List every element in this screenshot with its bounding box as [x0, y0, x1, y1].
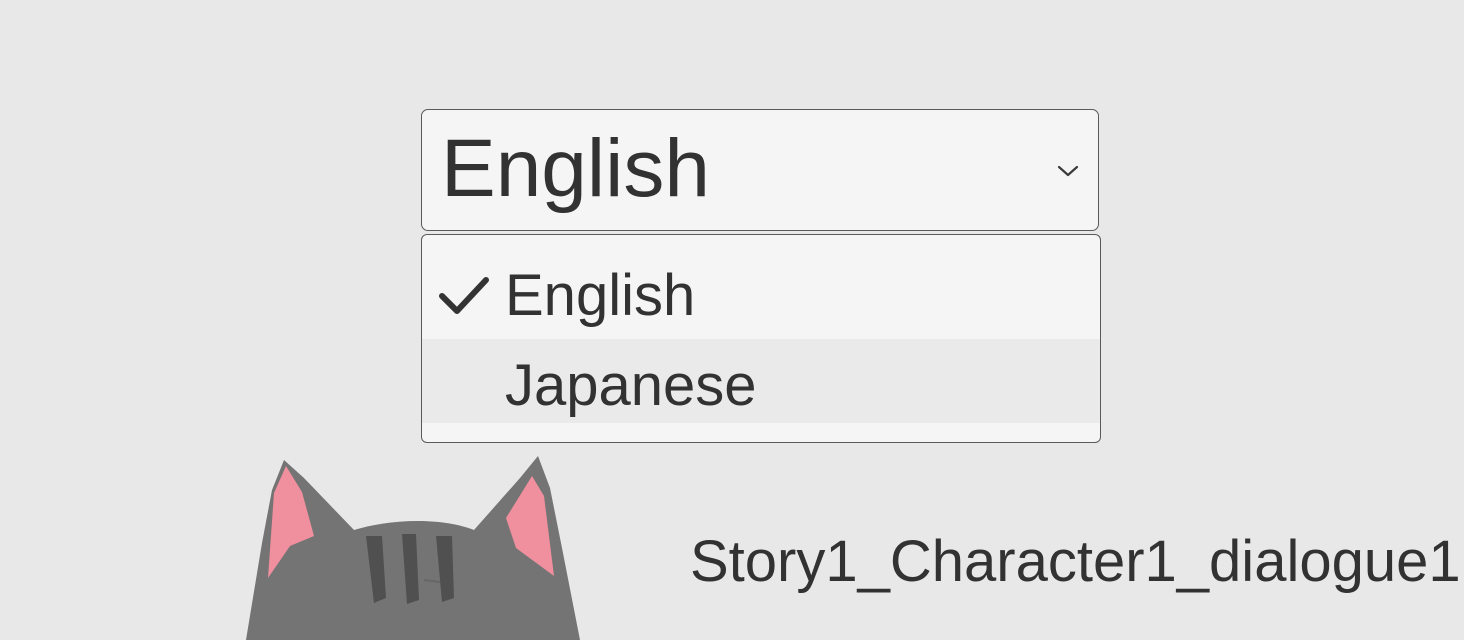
language-dropdown[interactable]: English: [421, 109, 1099, 231]
cat-character-image: [246, 456, 580, 640]
dropdown-option-label: English: [505, 263, 696, 328]
dropdown-option-list: English Japanese: [421, 234, 1101, 443]
dropdown-selected-value: English: [441, 123, 710, 214]
dropdown-option-english[interactable]: English: [422, 235, 1100, 339]
check-icon: [439, 277, 489, 314]
chevron-down-icon: [1057, 165, 1079, 177]
dropdown-option-japanese[interactable]: Japanese: [422, 339, 1100, 423]
dropdown-option-label: Japanese: [505, 353, 757, 418]
dialogue-text: Story1_Character1_dialogue1: [690, 529, 1461, 594]
